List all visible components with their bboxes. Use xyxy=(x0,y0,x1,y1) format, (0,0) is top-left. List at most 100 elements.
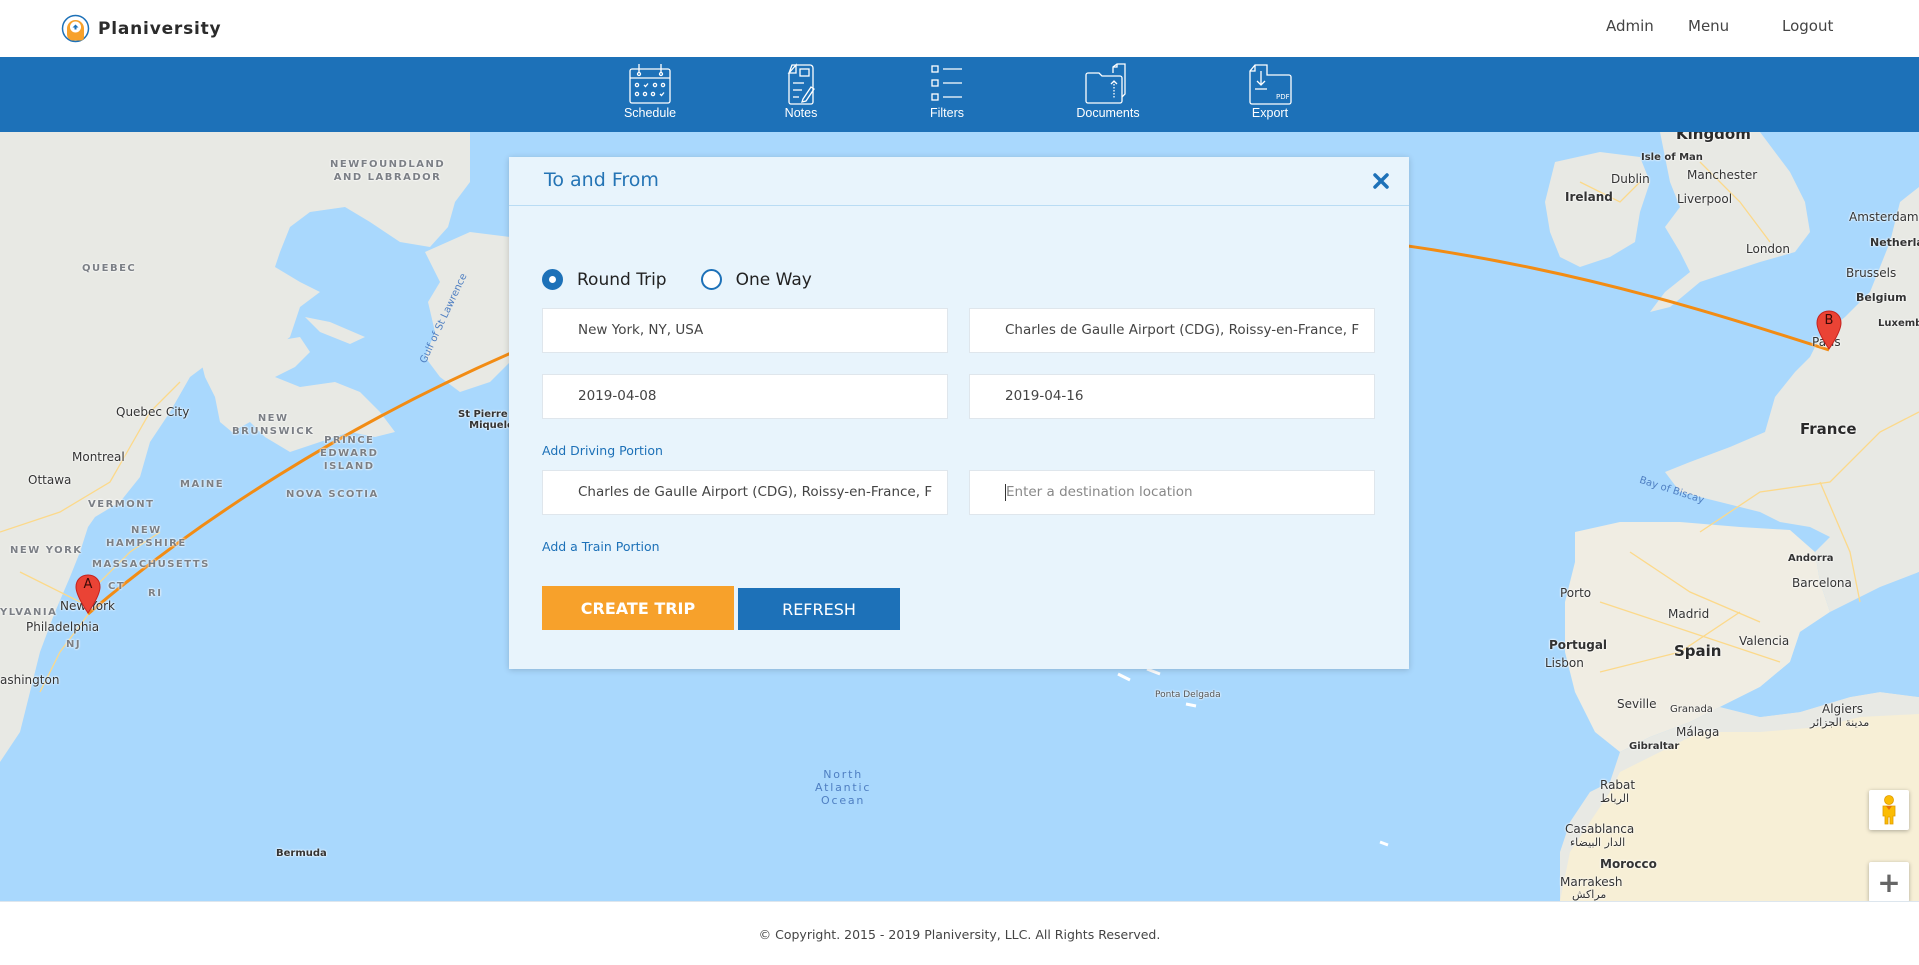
return-date-input[interactable]: 2019-04-16 xyxy=(969,374,1375,419)
depart-date-input[interactable]: 2019-04-08 xyxy=(542,374,948,419)
map-label-montreal: Montreal xyxy=(72,450,125,464)
notes-icon xyxy=(787,63,815,105)
calendar-icon xyxy=(629,64,671,104)
destination-input[interactable]: Charles de Gaulle Airport (CDG), Roissy-… xyxy=(969,308,1375,353)
map-label-marrakesh-arabic: مراكش xyxy=(1572,888,1607,901)
map-label-marrakesh: Marrakesh xyxy=(1560,875,1623,889)
filters-list-icon xyxy=(931,65,962,101)
round-trip-label: Round Trip xyxy=(577,269,667,290)
map-label-belgium: Belgium xyxy=(1856,291,1907,304)
map-label-kingdom: Kingdom xyxy=(1676,132,1751,143)
map-label-brussels: Brussels xyxy=(1846,266,1897,280)
toolbar-schedule-button[interactable]: Schedule xyxy=(595,63,705,127)
map-label-barcelona: Barcelona xyxy=(1792,576,1852,590)
map-label-rabat-arabic: الرباط xyxy=(1600,792,1630,805)
top-header: Planiversity Admin Menu Logout xyxy=(0,0,1919,57)
map-label-morocco: Morocco xyxy=(1600,857,1657,871)
map-label-new-york-state: NEW YORK xyxy=(10,545,83,556)
map-label-isle-of-man: Isle of Man xyxy=(1641,152,1703,163)
map-marker-a[interactable]: A xyxy=(75,574,101,614)
map-label-ri: RI xyxy=(148,588,163,599)
map-marker-b[interactable]: B xyxy=(1816,310,1842,350)
toolbar-notes-button[interactable]: Notes xyxy=(746,63,856,127)
toolbar-filters-button[interactable]: Filters xyxy=(892,63,1002,127)
map-label-nj: NJ xyxy=(66,639,82,650)
map-label-madrid: Madrid xyxy=(1668,607,1710,621)
to-and-from-dialog: To and From Round Trip One Way New York,… xyxy=(509,157,1409,669)
map-label-vermont: VERMONT xyxy=(88,499,155,510)
map-label-quebec: QUEBEC xyxy=(82,263,137,274)
map-label-bermuda: Bermuda xyxy=(276,848,327,859)
marker-a-label: A xyxy=(83,577,93,592)
toolbar-export-button[interactable]: PDF Export xyxy=(1215,63,1325,127)
map-label-massachusetts: MASSACHUSETTS xyxy=(92,559,210,570)
map-label-newfoundland: NEWFOUNDLAND AND LABRADOR xyxy=(330,159,446,183)
main-toolbar: Schedule Notes Filters Documents PDF Exp… xyxy=(0,57,1919,132)
map-label-pei: PRINCE EDWARD ISLAND xyxy=(320,435,379,472)
pegman-icon xyxy=(1882,795,1896,825)
map-label-valencia: Valencia xyxy=(1739,634,1790,648)
map-label-dublin: Dublin xyxy=(1611,172,1650,186)
toolbar-documents-button[interactable]: Documents xyxy=(1053,63,1163,127)
toolbar-documents-label: Documents xyxy=(1076,106,1140,120)
nav-menu-link[interactable]: Menu xyxy=(1688,17,1729,35)
one-way-label: One Way xyxy=(735,269,812,290)
dialog-title: To and From xyxy=(544,169,659,191)
map-label-gibraltar: Gibraltar xyxy=(1629,741,1680,752)
map-label-spain: Spain xyxy=(1674,642,1722,660)
driving-to-input[interactable] xyxy=(1006,471,1366,513)
close-icon[interactable] xyxy=(1371,171,1391,191)
map-label-granada: Granada xyxy=(1670,704,1713,715)
folder-upload-icon xyxy=(1085,63,1126,104)
marker-b-label: B xyxy=(1824,313,1834,328)
refresh-button[interactable]: REFRESH xyxy=(738,588,900,630)
copyright-text: © Copyright. 2015 - 2019 Planiversity, L… xyxy=(758,927,1161,942)
map-label-rabat: Rabat xyxy=(1600,778,1636,792)
pdf-export-icon: PDF xyxy=(1249,64,1292,105)
map-label-london: London xyxy=(1746,242,1790,256)
svg-text:PDF: PDF xyxy=(1276,93,1290,101)
map-label-france: France xyxy=(1800,420,1857,438)
round-trip-radio-indicator[interactable] xyxy=(542,269,563,290)
map-label-netherlands: Netherlar xyxy=(1870,236,1919,249)
map-label-liverpool: Liverpool xyxy=(1677,192,1733,206)
toolbar-notes-label: Notes xyxy=(784,106,818,120)
page-footer: © Copyright. 2015 - 2019 Planiversity, L… xyxy=(0,901,1919,965)
map-label-algiers-arabic: مدينة الجزائر xyxy=(1810,716,1870,729)
trip-type-radio-group: Round Trip One Way xyxy=(542,269,846,290)
map-label-north-atlantic: North Atlantic Ocean xyxy=(815,768,872,807)
add-train-portion-link[interactable]: Add a Train Portion xyxy=(542,539,660,554)
map-label-maine: MAINE xyxy=(180,479,225,490)
driving-to-field[interactable] xyxy=(969,470,1375,515)
map-label-casablanca-arabic: الدار البيضاء xyxy=(1570,836,1626,849)
map-label-casablanca: Casablanca xyxy=(1565,822,1635,836)
zoom-in-button[interactable]: + xyxy=(1869,862,1909,901)
dialog-header: To and From xyxy=(509,157,1409,206)
round-trip-radio[interactable]: Round Trip xyxy=(542,269,667,290)
map-label-nova-scotia: NOVA SCOTIA xyxy=(286,489,379,500)
map-label-pennsylvania: YLVANIA xyxy=(0,607,58,618)
driving-from-input[interactable]: Charles de Gaulle Airport (CDG), Roissy-… xyxy=(542,470,948,515)
create-trip-button[interactable]: CREATE TRIP xyxy=(542,586,734,630)
map-label-quebec-city: Quebec City xyxy=(116,405,190,419)
toolbar-export-label: Export xyxy=(1251,106,1289,120)
map-label-manchester: Manchester xyxy=(1687,168,1758,182)
header-nav: Admin Menu Logout xyxy=(0,17,1919,39)
map-label-new-brunswick: NEW BRUNSWICK xyxy=(232,413,315,437)
one-way-radio[interactable]: One Way xyxy=(700,269,812,290)
map-label-luxembourg: Luxemb xyxy=(1878,318,1919,329)
map-label-lisbon: Lisbon xyxy=(1545,656,1584,670)
toolbar-filters-label: Filters xyxy=(929,106,965,120)
map-label-ireland: Ireland xyxy=(1565,190,1613,204)
add-driving-portion-link[interactable]: Add Driving Portion xyxy=(542,443,663,458)
origin-input[interactable]: New York, NY, USA xyxy=(542,308,948,353)
one-way-radio-indicator[interactable] xyxy=(700,269,722,290)
map-label-amsterdam: Amsterdam xyxy=(1849,210,1919,224)
map-label-porto: Porto xyxy=(1560,586,1592,600)
nav-admin-link[interactable]: Admin xyxy=(1606,17,1654,35)
map-label-ct: CT xyxy=(108,581,126,592)
map-label-new-hampshire: NEW HAMPSHIRE xyxy=(106,525,187,549)
map-label-ottawa: Ottawa xyxy=(28,473,72,487)
street-view-button[interactable] xyxy=(1869,790,1909,830)
nav-logout-link[interactable]: Logout xyxy=(1782,17,1833,35)
